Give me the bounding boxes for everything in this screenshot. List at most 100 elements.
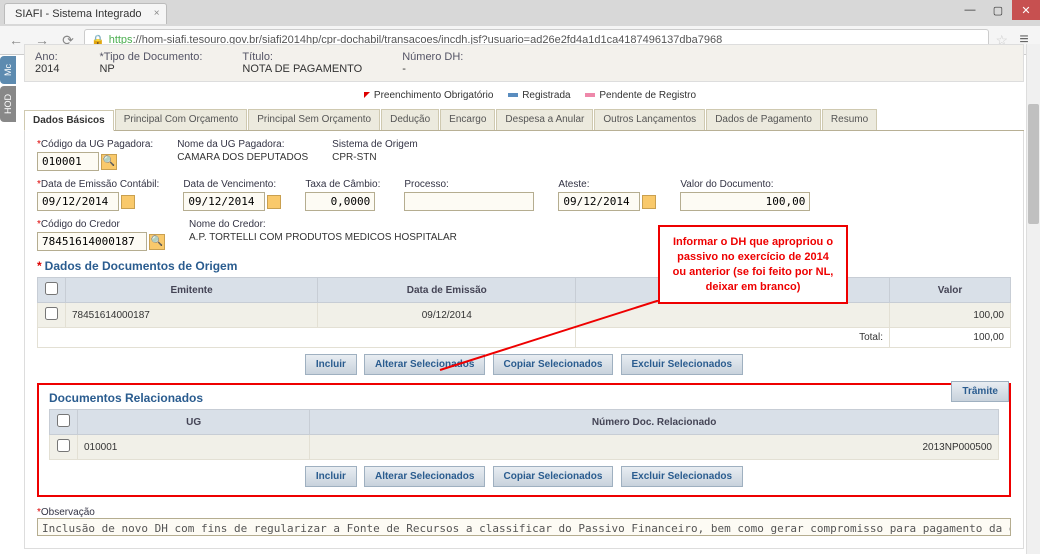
copiar-button[interactable]: Copiar Selecionados bbox=[493, 354, 614, 375]
tab-despesa[interactable]: Despesa a Anular bbox=[496, 109, 593, 130]
tab-principal-sem[interactable]: Principal Sem Orçamento bbox=[248, 109, 380, 130]
side-tabs: Mc HOD bbox=[0, 56, 22, 124]
excluir-button[interactable]: Excluir Selecionados bbox=[621, 354, 744, 375]
copiar-button[interactable]: Copiar Selecionados bbox=[493, 466, 614, 487]
tab-pagamento[interactable]: Dados de Pagamento bbox=[706, 109, 821, 130]
col-valor: Valor bbox=[890, 278, 1011, 303]
ug-cod-label: Código da UG Pagadora: bbox=[37, 139, 153, 150]
venc-label: Data de Vencimento: bbox=[183, 179, 281, 190]
maximize-button[interactable]: ▢ bbox=[984, 0, 1012, 20]
numdh-value: - bbox=[402, 63, 463, 75]
ateste-input[interactable] bbox=[558, 192, 640, 211]
col-emitente: Emitente bbox=[66, 278, 318, 303]
calendar-icon[interactable] bbox=[267, 195, 281, 209]
alterar-button[interactable]: Alterar Selecionados bbox=[364, 354, 485, 375]
col-numrel: Número Doc. Relacionado bbox=[310, 410, 999, 435]
credor-nome-value: A.P. TORTELLI COM PRODUTOS MEDICOS HOSPI… bbox=[189, 232, 457, 243]
callout-annotation: Informar o DH que apropriou o passivo no… bbox=[658, 225, 848, 304]
required-icon bbox=[364, 92, 370, 98]
taxa-label: Taxa de Câmbio: bbox=[305, 179, 380, 190]
window-close-button[interactable]: ✕ bbox=[1012, 0, 1040, 20]
origem-grid: Emitente Data de Emissão Número Doc. Ori… bbox=[37, 277, 1011, 348]
legend-pending: Pendente de Registro bbox=[599, 90, 696, 101]
excluir-button[interactable]: Excluir Selecionados bbox=[621, 466, 744, 487]
minimize-button[interactable]: — bbox=[956, 0, 984, 20]
cell-emitente: 78451614000187 bbox=[66, 303, 318, 328]
search-icon[interactable]: 🔍 bbox=[101, 154, 117, 170]
sistema-label: Sistema de Origem bbox=[332, 139, 418, 150]
legend-required: Preenchimento Obrigatório bbox=[374, 90, 494, 101]
emissao-label: Data de Emissão Contábil: bbox=[37, 179, 159, 190]
side-tab-2[interactable]: HOD bbox=[0, 86, 16, 122]
titulo-value: NOTA DE PAGAMENTO bbox=[242, 63, 362, 75]
cell-num bbox=[576, 303, 890, 328]
relacionados-box: Documentos Relacionados UG Número Doc. R… bbox=[37, 383, 1011, 497]
legend: Preenchimento Obrigatório Registrada Pen… bbox=[24, 82, 1024, 109]
tab-principal-com[interactable]: Principal Com Orçamento bbox=[115, 109, 247, 130]
ateste-label: Ateste: bbox=[558, 179, 656, 190]
venc-input[interactable] bbox=[183, 192, 265, 211]
tab-outros[interactable]: Outros Lançamentos bbox=[594, 109, 705, 130]
sistema-value: CPR-STN bbox=[332, 152, 418, 163]
tab-deducao[interactable]: Dedução bbox=[381, 109, 439, 130]
tab-resumo[interactable]: Resumo bbox=[822, 109, 877, 130]
credor-cod-label: Código do Credor bbox=[37, 219, 165, 230]
pending-icon bbox=[585, 93, 595, 97]
tab-title: SIAFI - Sistema Integrado bbox=[15, 8, 142, 20]
cell-data: 09/12/2014 bbox=[318, 303, 576, 328]
origem-title: *Dados de Documentos de Origem bbox=[37, 259, 1011, 273]
origem-check-all[interactable] bbox=[45, 282, 58, 295]
browser-tab[interactable]: SIAFI - Sistema Integrado × bbox=[4, 3, 167, 24]
scroll-thumb[interactable] bbox=[1028, 104, 1039, 224]
origem-buttons: Incluir Alterar Selecionados Copiar Sele… bbox=[37, 348, 1011, 377]
credor-nome-label: Nome do Credor: bbox=[189, 219, 457, 230]
table-row[interactable]: 78451614000187 09/12/2014 100,00 bbox=[38, 303, 1011, 328]
row-checkbox[interactable] bbox=[45, 307, 58, 320]
tipo-value: NP bbox=[99, 63, 202, 75]
ug-nome-label: Nome da UG Pagadora: bbox=[177, 139, 308, 150]
valor-label: Valor do Documento: bbox=[680, 179, 810, 190]
cell-valor: 100,00 bbox=[890, 303, 1011, 328]
page-content: Ano:2014 *Tipo de Documento:NP Título:NO… bbox=[24, 44, 1024, 560]
back-button[interactable]: ← bbox=[6, 30, 26, 50]
cell-numrel: 2013NP000500 bbox=[310, 435, 999, 460]
panel-dados-basicos: Código da UG Pagadora: 🔍 Nome da UG Paga… bbox=[24, 131, 1024, 549]
window-controls: — ▢ ✕ bbox=[956, 0, 1040, 20]
obs-textarea[interactable]: Inclusão de novo DH com fins de regulari… bbox=[37, 518, 1011, 536]
calendar-icon[interactable] bbox=[121, 195, 135, 209]
table-row[interactable]: 010001 2013NP000500 bbox=[50, 435, 999, 460]
scrollbar[interactable] bbox=[1026, 44, 1040, 554]
taxa-input[interactable] bbox=[305, 192, 375, 211]
col-data: Data de Emissão bbox=[318, 278, 576, 303]
ug-nome-value: CAMARA DOS DEPUTADOS bbox=[177, 152, 308, 163]
rel-check-all[interactable] bbox=[57, 414, 70, 427]
incluir-button[interactable]: Incluir bbox=[305, 354, 357, 375]
ano-value: 2014 bbox=[35, 63, 59, 75]
legend-registered: Registrada bbox=[522, 90, 570, 101]
incluir-button[interactable]: Incluir bbox=[305, 466, 357, 487]
proc-input[interactable] bbox=[404, 192, 534, 211]
titulo-label: Título: bbox=[242, 51, 362, 63]
registered-icon bbox=[508, 93, 518, 97]
proc-label: Processo: bbox=[404, 179, 534, 190]
total-value: 100,00 bbox=[890, 328, 1011, 348]
close-icon[interactable]: × bbox=[154, 8, 160, 19]
credor-cod-input[interactable] bbox=[37, 232, 147, 251]
tipo-label: *Tipo de Documento: bbox=[99, 51, 202, 63]
emissao-input[interactable] bbox=[37, 192, 119, 211]
valor-input[interactable] bbox=[680, 192, 810, 211]
doc-header: Ano:2014 *Tipo de Documento:NP Título:NO… bbox=[24, 44, 1024, 82]
tab-bar: SIAFI - Sistema Integrado × — ▢ ✕ bbox=[0, 0, 1040, 26]
alterar-button[interactable]: Alterar Selecionados bbox=[364, 466, 485, 487]
numdh-label: Número DH: bbox=[402, 51, 463, 63]
search-icon[interactable]: 🔍 bbox=[149, 234, 165, 250]
tab-dados-basicos[interactable]: Dados Básicos bbox=[24, 110, 114, 131]
tabs-row: Dados Básicos Principal Com Orçamento Pr… bbox=[24, 109, 1024, 131]
calendar-icon[interactable] bbox=[642, 195, 656, 209]
col-ug: UG bbox=[78, 410, 310, 435]
tab-encargo[interactable]: Encargo bbox=[440, 109, 495, 130]
side-tab-1[interactable]: Mc bbox=[0, 56, 16, 84]
ug-cod-input[interactable] bbox=[37, 152, 99, 171]
row-checkbox[interactable] bbox=[57, 439, 70, 452]
tramite-button[interactable]: Trâmite bbox=[951, 381, 1009, 402]
